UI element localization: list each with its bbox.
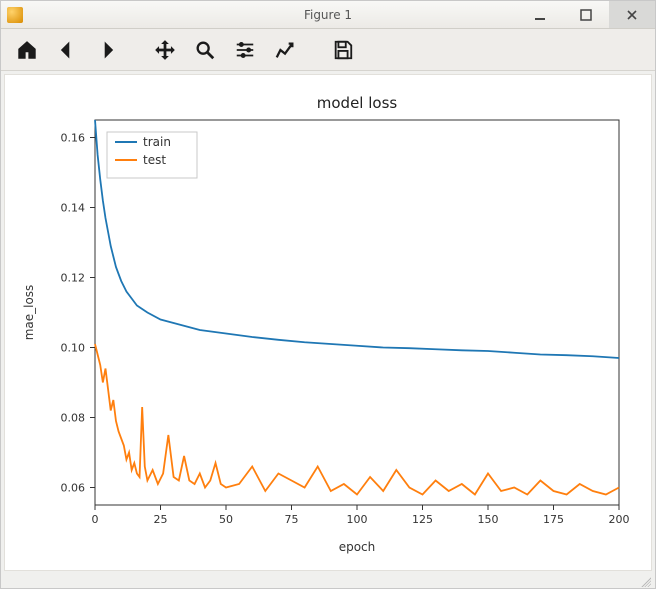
x-tick-label: 50 xyxy=(219,513,233,526)
close-button[interactable] xyxy=(609,1,655,28)
y-tick-label: 0.16 xyxy=(61,132,86,145)
resize-grip-icon[interactable] xyxy=(639,575,651,587)
x-tick-label: 125 xyxy=(412,513,433,526)
y-tick-label: 0.12 xyxy=(61,272,86,285)
x-tick-label: 200 xyxy=(609,513,630,526)
x-tick-label: 100 xyxy=(347,513,368,526)
edit-axes-button[interactable] xyxy=(267,33,303,67)
plot-canvas[interactable]: 0 25 50 75 100 125 150 175 200 0.06 0.08 0.10 0.12 0.… xyxy=(4,74,652,571)
y-tick-label: 0.14 xyxy=(61,202,86,215)
y-axis-label: mae_loss xyxy=(22,285,36,341)
home-button[interactable] xyxy=(9,33,45,67)
legend-label: train xyxy=(143,135,171,149)
back-icon xyxy=(56,39,78,61)
back-button[interactable] xyxy=(49,33,85,67)
y-tick-label: 0.06 xyxy=(61,482,86,495)
pan-button[interactable] xyxy=(147,33,183,67)
configure-subplots-button[interactable] xyxy=(227,33,263,67)
window-buttons xyxy=(517,1,655,28)
chart-title: model loss xyxy=(317,94,398,112)
move-icon xyxy=(154,39,176,61)
x-tick-label: 150 xyxy=(478,513,499,526)
zoom-icon xyxy=(194,39,216,61)
chart-line-icon xyxy=(274,39,296,61)
forward-button[interactable] xyxy=(89,33,125,67)
y-tick-label: 0.10 xyxy=(61,342,86,355)
window-titlebar: Figure 1 xyxy=(1,1,655,29)
y-tick-label: 0.08 xyxy=(61,412,86,425)
toolbar xyxy=(1,29,655,71)
x-axis-label: epoch xyxy=(339,540,376,554)
legend-label: test xyxy=(143,153,166,167)
x-tick-label: 75 xyxy=(285,513,299,526)
x-tick-label: 175 xyxy=(543,513,564,526)
sliders-icon xyxy=(234,39,256,61)
zoom-button[interactable] xyxy=(187,33,223,67)
minimize-button[interactable] xyxy=(517,1,563,28)
home-icon xyxy=(16,39,38,61)
save-icon xyxy=(332,39,354,61)
series-test xyxy=(95,344,619,495)
statusbar xyxy=(1,574,655,588)
save-button[interactable] xyxy=(325,33,361,67)
maximize-button[interactable] xyxy=(563,1,609,28)
app-icon xyxy=(7,7,23,23)
forward-icon xyxy=(96,39,118,61)
x-tick-label: 0 xyxy=(92,513,99,526)
plot-svg: 0 25 50 75 100 125 150 175 200 0.06 0.08 0.10 0.12 0.… xyxy=(5,75,649,565)
x-tick-label: 25 xyxy=(154,513,168,526)
